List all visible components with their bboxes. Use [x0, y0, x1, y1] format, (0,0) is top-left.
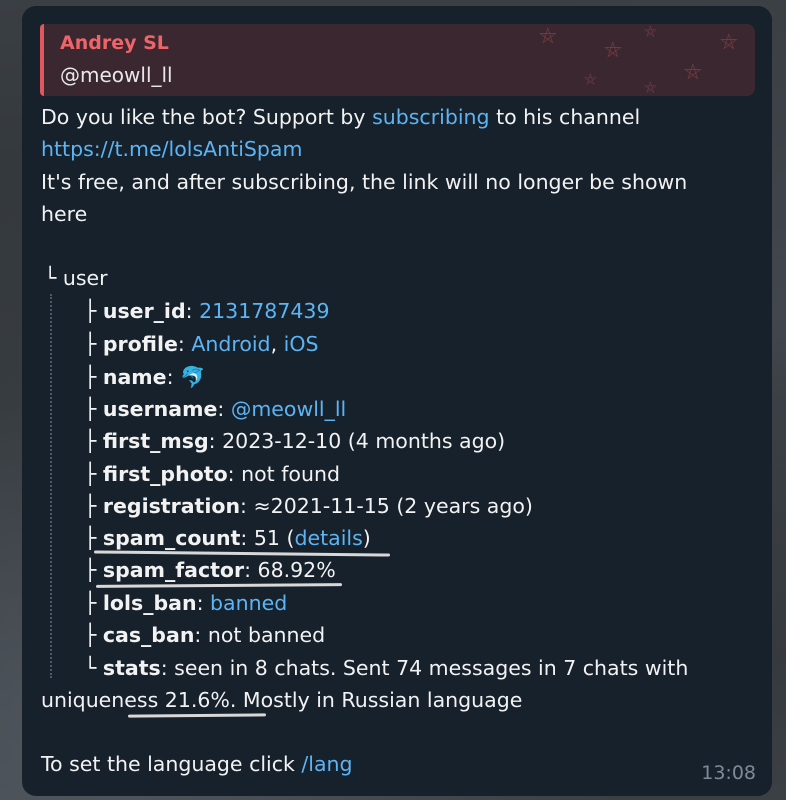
row-name: ├ name: 🐬 [84, 365, 206, 389]
field-key: cas_ban [102, 623, 195, 647]
reply-author-name: Andrey SL [60, 32, 169, 54]
field-value: not banned [207, 623, 326, 647]
intro-text: to his channel [489, 105, 641, 129]
intro-line-3: It's free, and after subscribing, the li… [41, 170, 688, 194]
tree-branch-glyph: ├ [84, 365, 97, 389]
field-key: name [102, 365, 167, 389]
field-value: ≈2021-11-15 (2 years ago) [253, 494, 533, 518]
tree-root: └ user [44, 268, 108, 289]
handdrawn-underline [93, 550, 391, 557]
language-hint: To set the language click /lang [41, 754, 353, 775]
row-username: ├ username: @meowll_ll [84, 397, 347, 421]
field-key: stats [102, 656, 161, 680]
field-key: registration [102, 494, 241, 518]
field-key: first_photo [102, 462, 228, 486]
field-key: username [102, 397, 218, 421]
reply-preview[interactable]: ⛤ ⛤ ⛤ ⛤ ⛤ ⛤ ⛤ Andrey SL @meowll_ll [40, 24, 755, 96]
row-stats-continued: uniqueness 21.6%. Mostly in Russian lang… [41, 688, 523, 712]
handdrawn-underline [95, 583, 343, 588]
row-cas-ban: ├ cas_ban: not banned [84, 623, 326, 647]
field-value: not found [241, 462, 340, 486]
profile-ios-link[interactable]: iOS [284, 332, 319, 356]
field-value: 51 [253, 526, 280, 550]
channel-link[interactable]: https://t.me/lolsAntiSpam [41, 139, 302, 160]
row-profile: ├ profile: Android, iOS [84, 332, 319, 356]
pentagram-icon: ⛤ [644, 78, 657, 96]
user-id-value[interactable]: 2131787439 [199, 299, 329, 323]
lang-command-link[interactable]: /lang [301, 752, 352, 776]
username-link[interactable]: @meowll_ll [231, 397, 346, 421]
tree-branch-glyph: ├ [84, 591, 97, 615]
tree-corner-glyph: └ [44, 266, 57, 290]
tree-branch-glyph: ├ [84, 494, 97, 518]
pentagram-icon: ⛤ [720, 30, 738, 55]
pentagram-icon: ⛤ [644, 24, 657, 41]
row-spam-factor: ├ spam_factor: 68.92% [84, 558, 336, 582]
tree-branch-glyph: ├ [84, 397, 97, 421]
language-hint-text: To set the language click [41, 752, 302, 776]
tree-guide-line [50, 294, 52, 678]
field-value: seen in 8 chats. Sent 74 messages in 7 c… [174, 656, 689, 680]
handdrawn-underline [127, 713, 267, 718]
profile-android-link[interactable]: Android [191, 332, 270, 356]
tree-branch-glyph: ├ [84, 623, 97, 647]
pentagram-icon: ⛤ [584, 70, 597, 89]
message-bubble: ⛤ ⛤ ⛤ ⛤ ⛤ ⛤ ⛤ Andrey SL @meowll_ll Do yo… [22, 6, 772, 796]
intro-text: Do you like the bot? Support by [41, 105, 373, 129]
tree-branch-glyph: ├ [84, 526, 97, 550]
row-registration: ├ registration: ≈2021-11-15 (2 years ago… [84, 494, 533, 518]
tree-root-label: user [62, 266, 108, 290]
lols-ban-link[interactable]: banned [210, 591, 287, 615]
field-key: profile [102, 332, 178, 356]
tree-corner-glyph: └ [84, 656, 97, 680]
pentagram-icon: ⛤ [684, 60, 702, 85]
row-stats: └ stats: seen in 8 chats. Sent 74 messag… [84, 656, 689, 680]
field-value: 2023-12-10 (4 months ago) [222, 429, 506, 453]
intro-line-1: Do you like the bot? Support by subscrib… [41, 107, 640, 128]
message-timestamp: 13:08 [701, 762, 756, 784]
tree-branch-glyph: ├ [84, 462, 97, 486]
tree-branch-glyph: ├ [84, 429, 97, 453]
row-user-id: ├ user_id: 2131787439 [84, 299, 330, 323]
row-first-photo: ├ first_photo: not found [84, 462, 340, 486]
field-key: spam_factor [102, 558, 245, 582]
subscribing-link[interactable]: subscribing [372, 105, 489, 129]
pentagram-icon: ⛤ [539, 24, 557, 49]
field-key: spam_count [102, 526, 241, 550]
row-lols-ban: ├ lols_ban: banned [84, 591, 288, 615]
reply-username: @meowll_ll [60, 63, 173, 87]
field-key: first_msg [102, 429, 209, 453]
dolphin-emoji-icon: 🐬 [180, 365, 206, 389]
intro-line-4: here [41, 202, 88, 226]
tree-branch-glyph: ├ [84, 332, 97, 356]
tree-branch-glyph: ├ [84, 558, 97, 582]
pentagram-icon: ⛤ [604, 38, 622, 63]
field-value: 68.92% [257, 558, 336, 582]
field-key: user_id [102, 299, 186, 323]
spam-details-link[interactable]: details [294, 526, 362, 550]
row-first-msg: ├ first_msg: 2023-12-10 (4 months ago) [84, 429, 506, 453]
row-spam-count: ├ spam_count: 51 (details) [84, 526, 371, 550]
field-key: lols_ban [102, 591, 197, 615]
tree-branch-glyph: ├ [84, 299, 97, 323]
